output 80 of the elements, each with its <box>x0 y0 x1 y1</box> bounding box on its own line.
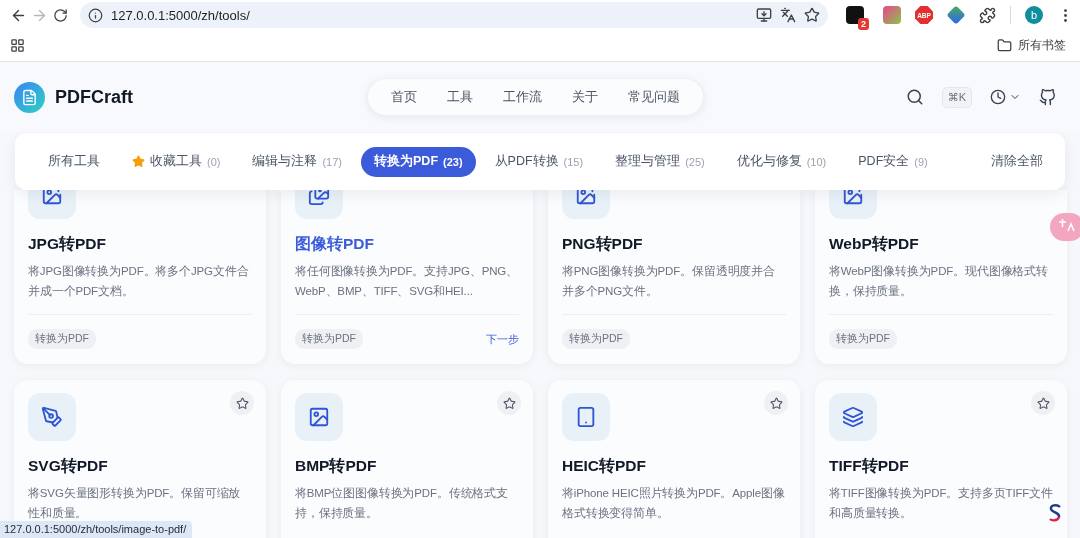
profile-avatar[interactable]: b <box>1025 6 1043 24</box>
tool-title: JPG转PDF <box>28 234 107 254</box>
category-tag: 转换为PDF <box>562 329 630 349</box>
tool-description: 将iPhone HEIC照片转换为PDF。Apple图像格式转换变得简单。 <box>562 486 786 521</box>
info-icon[interactable] <box>88 7 103 23</box>
puzzle-icon[interactable] <box>979 6 996 24</box>
category-tab[interactable]: 优化与修复 (10) <box>723 146 840 177</box>
notification-badge: 2 <box>858 18 869 30</box>
folder-icon[interactable] <box>997 38 1012 53</box>
tool-icon <box>562 393 610 441</box>
favorite-button[interactable] <box>497 391 521 415</box>
tool-card[interactable]: PNG转PDF 将PNG图像转换为PDF。保留透明度并合并多个PNG文件。 转换为PDF <box>548 190 800 364</box>
nav-link[interactable]: 首页 <box>377 88 430 106</box>
bookmarks-folder-label[interactable]: 所有书签 <box>1018 38 1066 53</box>
apps-grid-icon[interactable] <box>10 38 25 53</box>
search-button[interactable] <box>905 88 924 106</box>
extension-icon[interactable] <box>883 6 901 24</box>
tool-description: 将BMP位图图像转换为PDF。传统格式支持，保持质量。 <box>295 486 509 521</box>
tool-description: 将SVG矢量图形转换为PDF。保留可缩放性和质量。 <box>28 486 242 521</box>
nav-link[interactable]: 常见问题 <box>614 88 693 106</box>
tool-card[interactable]: JPG转PDF 将JPG图像转换为PDF。将多个JPG文件合并成一个PDF文档。 转换为PDF <box>14 190 266 364</box>
tool-icon <box>295 190 343 219</box>
tool-description: 将PNG图像转换为PDF。保留透明度并合并多个PNG文件。 <box>562 264 776 299</box>
tool-description: 将WebP图像转换为PDF。现代图像格式转换，保持质量。 <box>829 264 1049 299</box>
github-icon[interactable] <box>1039 88 1056 106</box>
tool-icon <box>829 190 877 219</box>
category-tab[interactable]: 所有工具 <box>35 146 113 177</box>
tool-title: TIFF转PDF <box>829 456 910 476</box>
s-logo-icon[interactable] <box>1048 504 1062 522</box>
star-icon[interactable] <box>235 396 249 410</box>
nav-link[interactable]: 工具 <box>433 88 486 106</box>
shortcut-hint: ⌘K <box>941 86 972 108</box>
tool-icon <box>28 190 76 219</box>
install-icon[interactable] <box>756 7 772 23</box>
star-icon[interactable] <box>769 396 783 410</box>
tool-card[interactable]: WebP转PDF 将WebP图像转换为PDF。现代图像格式转换，保持质量。 转换为PDF <box>815 190 1067 364</box>
logo-icon[interactable] <box>14 81 45 113</box>
favorite-button[interactable] <box>230 391 254 415</box>
tool-card[interactable]: HEIC转PDF 将iPhone HEIC照片转换为PDF。Apple图像格式转换变得简单。 <box>548 380 800 538</box>
tool-title: HEIC转PDF <box>562 456 648 476</box>
tool-title: BMP转PDF <box>295 456 378 476</box>
tool-title: SVG转PDF <box>28 456 109 476</box>
status-url: 127.0.0.1:5000/zh/tools/image-to-pdf/ <box>0 521 193 538</box>
category-tab[interactable]: 编辑与注释 (17) <box>239 146 355 177</box>
tool-card[interactable]: BMP转PDF 将BMP位图图像转换为PDF。传统格式支持，保持质量。 <box>281 380 533 538</box>
tool-icon <box>829 393 877 441</box>
tool-title: WebP转PDF <box>829 234 920 254</box>
reload-icon[interactable] <box>52 7 68 23</box>
category-tag: 转换为PDF <box>829 329 897 349</box>
category-tab[interactable]: PDF安全 (9) <box>845 146 941 177</box>
tool-title: 图像转PDF <box>295 234 375 254</box>
star-icon[interactable] <box>502 396 516 410</box>
tool-description: 将TIFF图像转换为PDF。支持多页TIFF文件和高质量转换。 <box>829 486 1053 521</box>
nav-link[interactable]: 工作流 <box>489 88 555 106</box>
brand-name[interactable]: PDFCraft <box>55 86 133 108</box>
tool-title: PNG转PDF <box>562 234 644 254</box>
category-tab[interactable]: 转换为PDF (23) <box>361 146 476 177</box>
tool-card[interactable]: TIFF转PDF 将TIFF图像转换为PDF。支持多页TIFF文件和高质量转换。 <box>815 380 1067 538</box>
category-tab[interactable]: 整理与管理 (25) <box>602 146 718 177</box>
favorite-button[interactable] <box>1031 391 1055 415</box>
next-step-link[interactable]: 下一步 <box>486 331 519 347</box>
tool-description: 将任何图像转换为PDF。支持JPG、PNG、WebP、BMP、TIFF、SVG和HEI... <box>295 264 519 299</box>
clock-icon[interactable] <box>990 89 1006 105</box>
tool-card[interactable]: 图像转PDF 将任何图像转换为PDF。支持JPG、PNG、WebP、BMP、TIFF、SVG和HEI... 转换为PDF 下一步 <box>281 190 533 364</box>
tool-icon <box>562 190 610 219</box>
nav-link[interactable]: 关于 <box>558 88 611 106</box>
category-tag: 转换为PDF <box>28 329 96 349</box>
tool-description: 将JPG图像转换为PDF。将多个JPG文件合并成一个PDF文档。 <box>28 264 250 299</box>
star-icon[interactable] <box>1036 396 1050 410</box>
category-tab[interactable]: 从PDF转换 (15) <box>481 146 597 177</box>
translate-icon[interactable] <box>780 7 796 23</box>
tool-icon <box>28 393 76 441</box>
category-tag: 转换为PDF <box>295 329 363 349</box>
bookmark-star-icon[interactable] <box>804 7 820 23</box>
star-icon <box>132 155 145 168</box>
address-bar[interactable]: 127.0.0.1:5000/zh/tools/ <box>80 2 828 28</box>
tool-icon <box>295 393 343 441</box>
clear-all-button[interactable]: 清除全部 <box>983 153 1051 170</box>
favorite-button[interactable] <box>764 391 788 415</box>
category-tab[interactable]: 收藏工具 (0) <box>119 146 234 177</box>
